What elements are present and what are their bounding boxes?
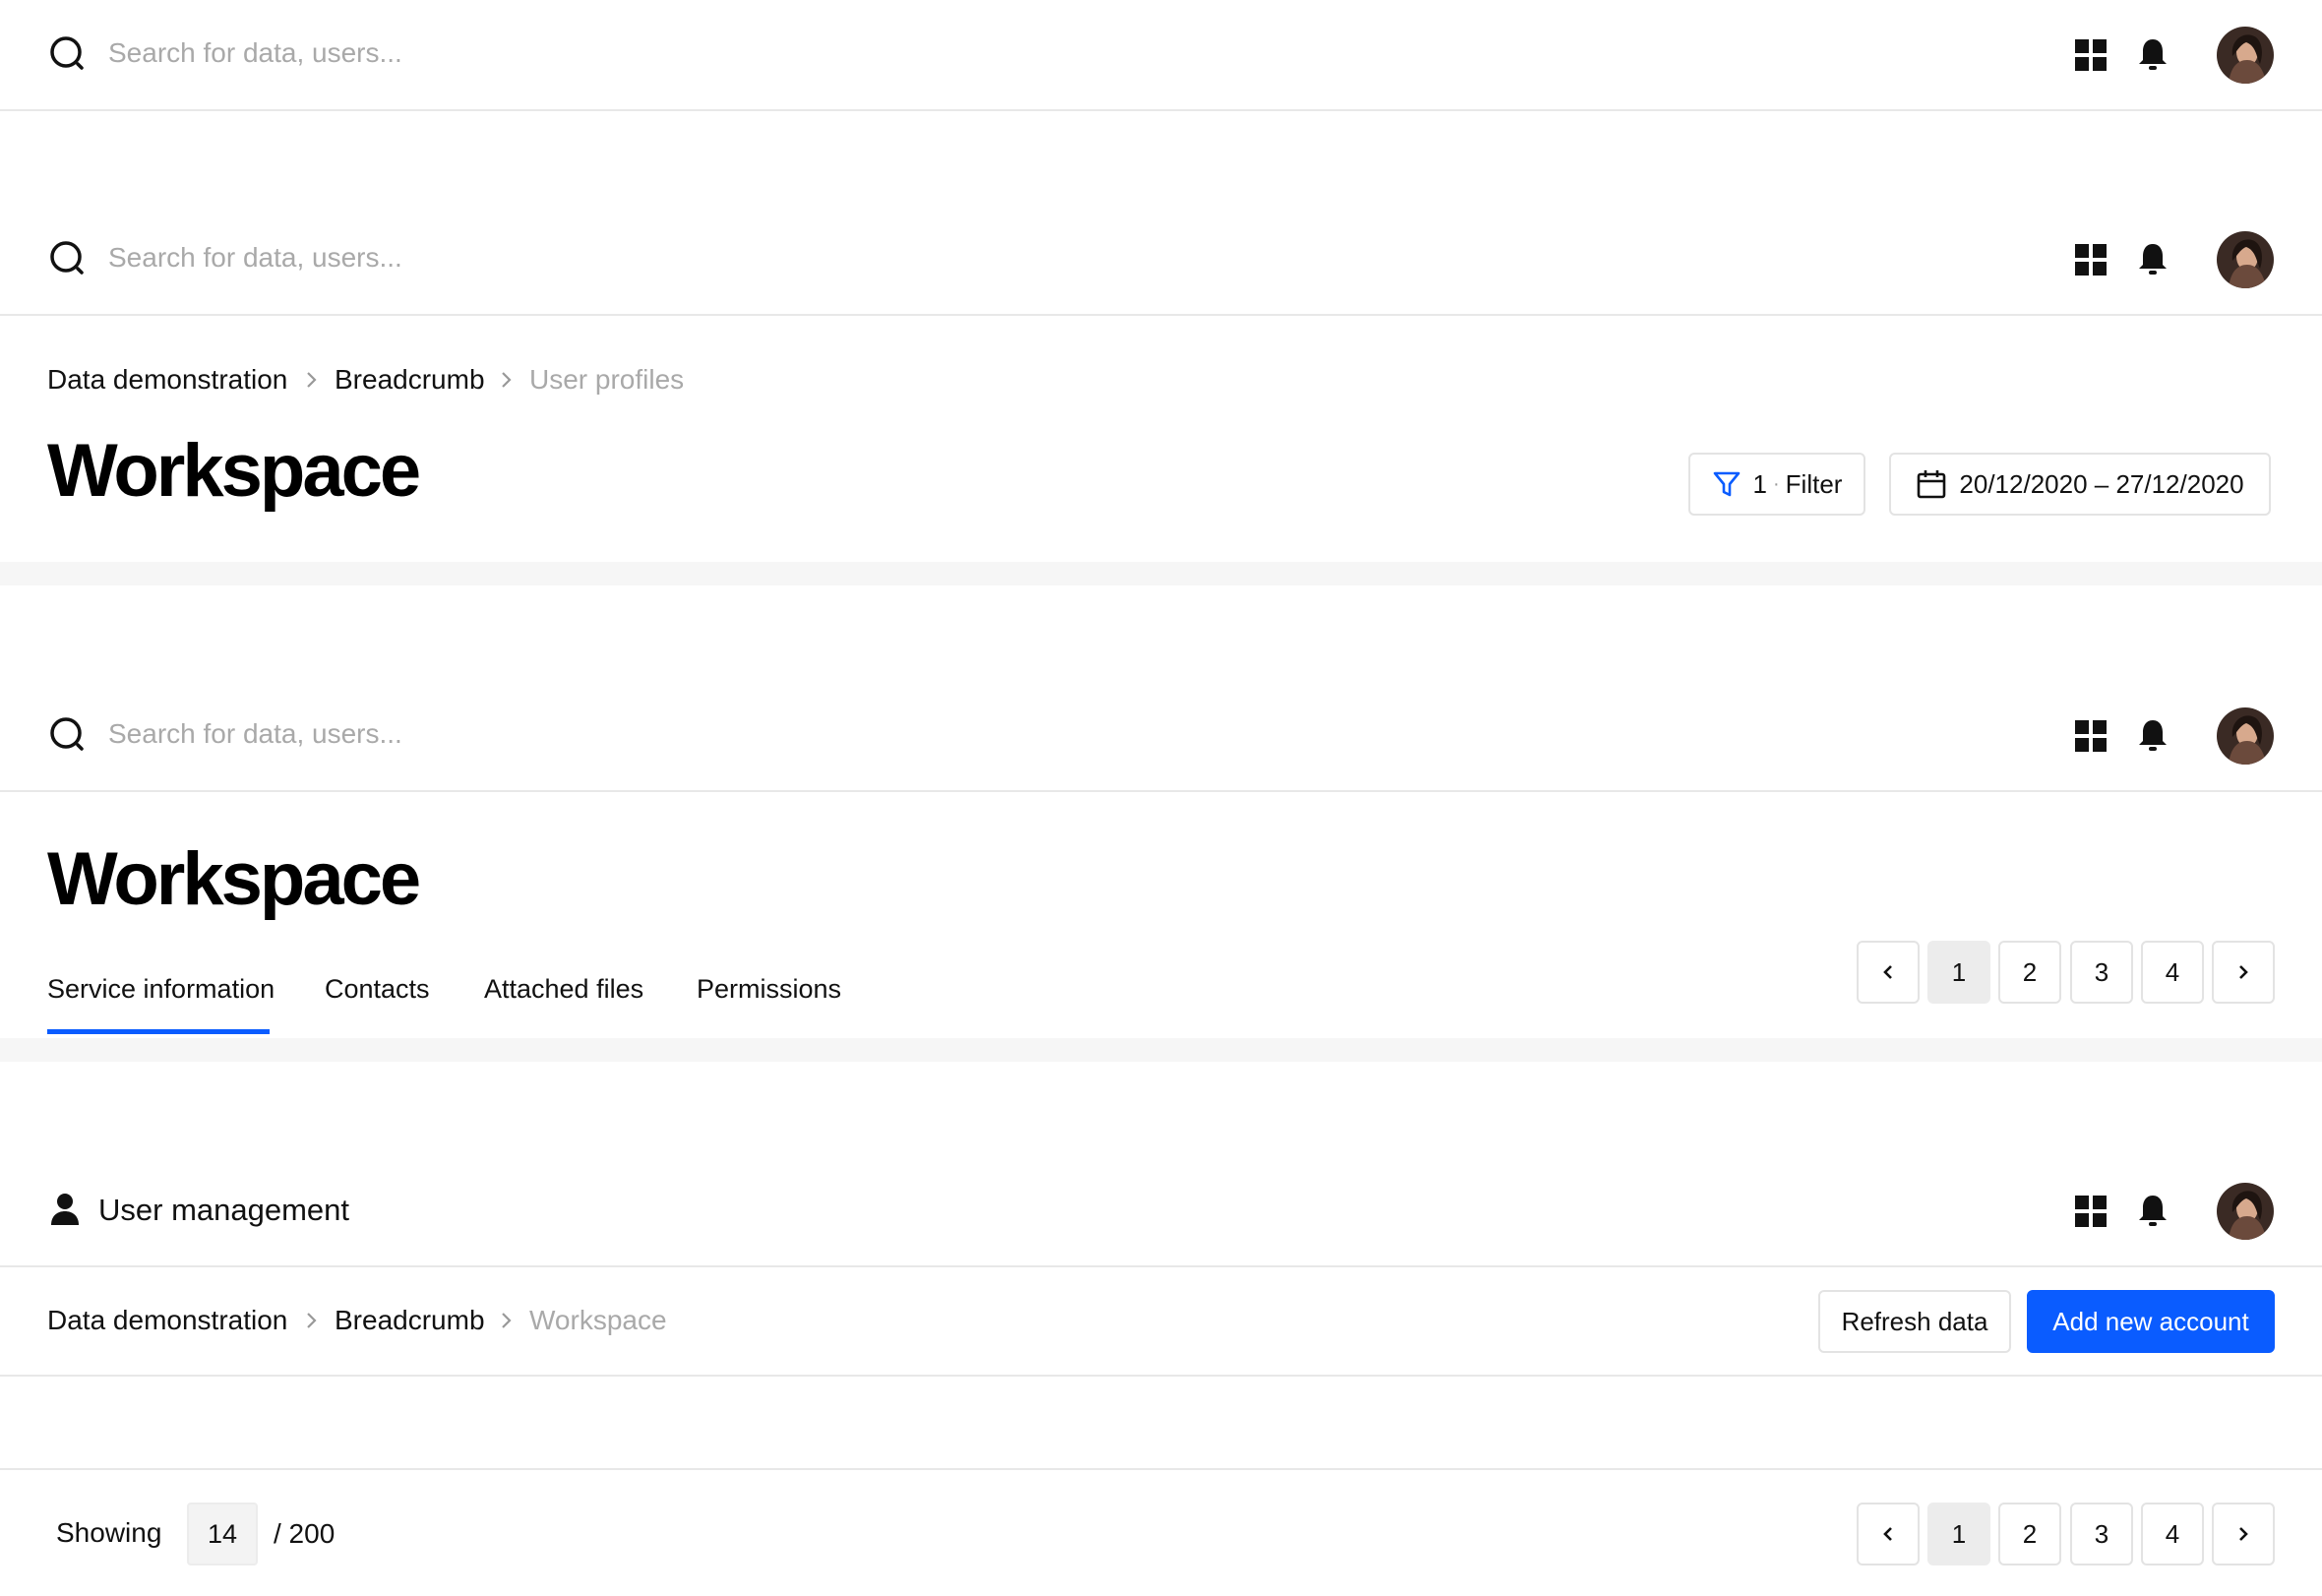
chevron-right-icon [307,1313,317,1328]
avatar[interactable] [2217,1183,2274,1240]
avatar[interactable] [2217,231,2274,288]
refresh-data-label: Refresh data [1841,1306,1988,1336]
refresh-data-button[interactable]: Refresh data [1818,1290,2011,1353]
chevron-right-icon [502,1313,512,1328]
bell-icon[interactable] [2135,717,2170,753]
pagination-next-button[interactable] [2212,1503,2275,1565]
search-input[interactable]: Search for data, users... [108,718,402,750]
chevron-right-icon [2239,1527,2248,1541]
add-new-account-button[interactable]: Add new account [2027,1290,2275,1353]
filter-separator: · [1773,472,1780,495]
pagination-page[interactable]: 1 [1927,941,1990,1004]
chevron-right-icon [502,372,512,388]
grid-icon[interactable] [2073,1194,2108,1229]
chevron-left-icon [1883,1527,1892,1541]
showing-label: Showing [56,1517,162,1548]
rows-per-page-select[interactable]: 14 [187,1503,258,1565]
pagination-page[interactable]: 4 [2141,1503,2204,1565]
pagination-page[interactable]: 4 [2141,941,2204,1004]
breadcrumb-item[interactable]: Data demonstration [47,1305,287,1336]
breadcrumb-item[interactable]: Breadcrumb [335,364,485,396]
breadcrumb-item[interactable]: Breadcrumb [335,1305,485,1336]
breadcrumb-item[interactable]: Data demonstration [47,364,287,396]
total-count: / 200 [274,1518,336,1549]
pagination-page[interactable]: 2 [1998,1503,2061,1565]
chevron-right-icon [307,372,317,388]
pagination-page[interactable]: 1 [1927,1503,1990,1565]
date-range-button[interactable]: 20/12/2020 – 27/12/2020 [1889,453,2271,516]
page-title: Workspace [47,837,421,921]
pagination-page[interactable]: 3 [2070,1503,2133,1565]
active-tab-indicator [47,1029,270,1034]
pagination-prev-button[interactable] [1857,1503,1920,1565]
search-input[interactable]: Search for data, users... [108,242,402,274]
filter-icon [1713,471,1740,497]
tab-service-information[interactable]: Service information [47,974,275,1005]
filter-count: 1 [1752,468,1767,499]
user-icon [51,1194,79,1225]
avatar[interactable] [2217,27,2274,84]
grid-icon[interactable] [2073,242,2108,277]
pagination-prev-button[interactable] [1857,941,1920,1004]
filter-button[interactable]: 1 · Filter [1688,453,1865,516]
grid-icon[interactable] [2073,37,2108,73]
pagination-page[interactable]: 2 [1998,941,2061,1004]
breadcrumb-current: User profiles [529,364,685,395]
add-new-account-label: Add new account [2052,1306,2249,1336]
tab-attached-files[interactable]: Attached files [484,974,643,1005]
section-title: User management [98,1193,350,1227]
filter-label: Filter [1785,468,1843,499]
tab-permissions[interactable]: Permissions [697,974,841,1005]
date-range-label: 20/12/2020 – 27/12/2020 [1959,468,2244,499]
breadcrumb-current: Workspace [529,1305,667,1335]
tab-contacts[interactable]: Contacts [325,974,430,1005]
bell-icon[interactable] [2135,1193,2170,1228]
grid-icon[interactable] [2073,718,2108,754]
bell-icon[interactable] [2135,36,2170,72]
page-title: Workspace [47,429,421,513]
avatar[interactable] [2217,707,2274,765]
search-input[interactable]: Search for data, users... [108,37,402,69]
calendar-icon [1918,470,1946,499]
chevron-left-icon [1883,965,1892,979]
chevron-right-icon [2239,965,2248,979]
pagination-page[interactable]: 3 [2070,941,2133,1004]
search-icon[interactable] [49,240,89,279]
search-icon[interactable] [49,716,89,756]
bell-icon[interactable] [2135,241,2170,276]
pagination-next-button[interactable] [2212,941,2275,1004]
search-icon[interactable] [49,35,89,75]
